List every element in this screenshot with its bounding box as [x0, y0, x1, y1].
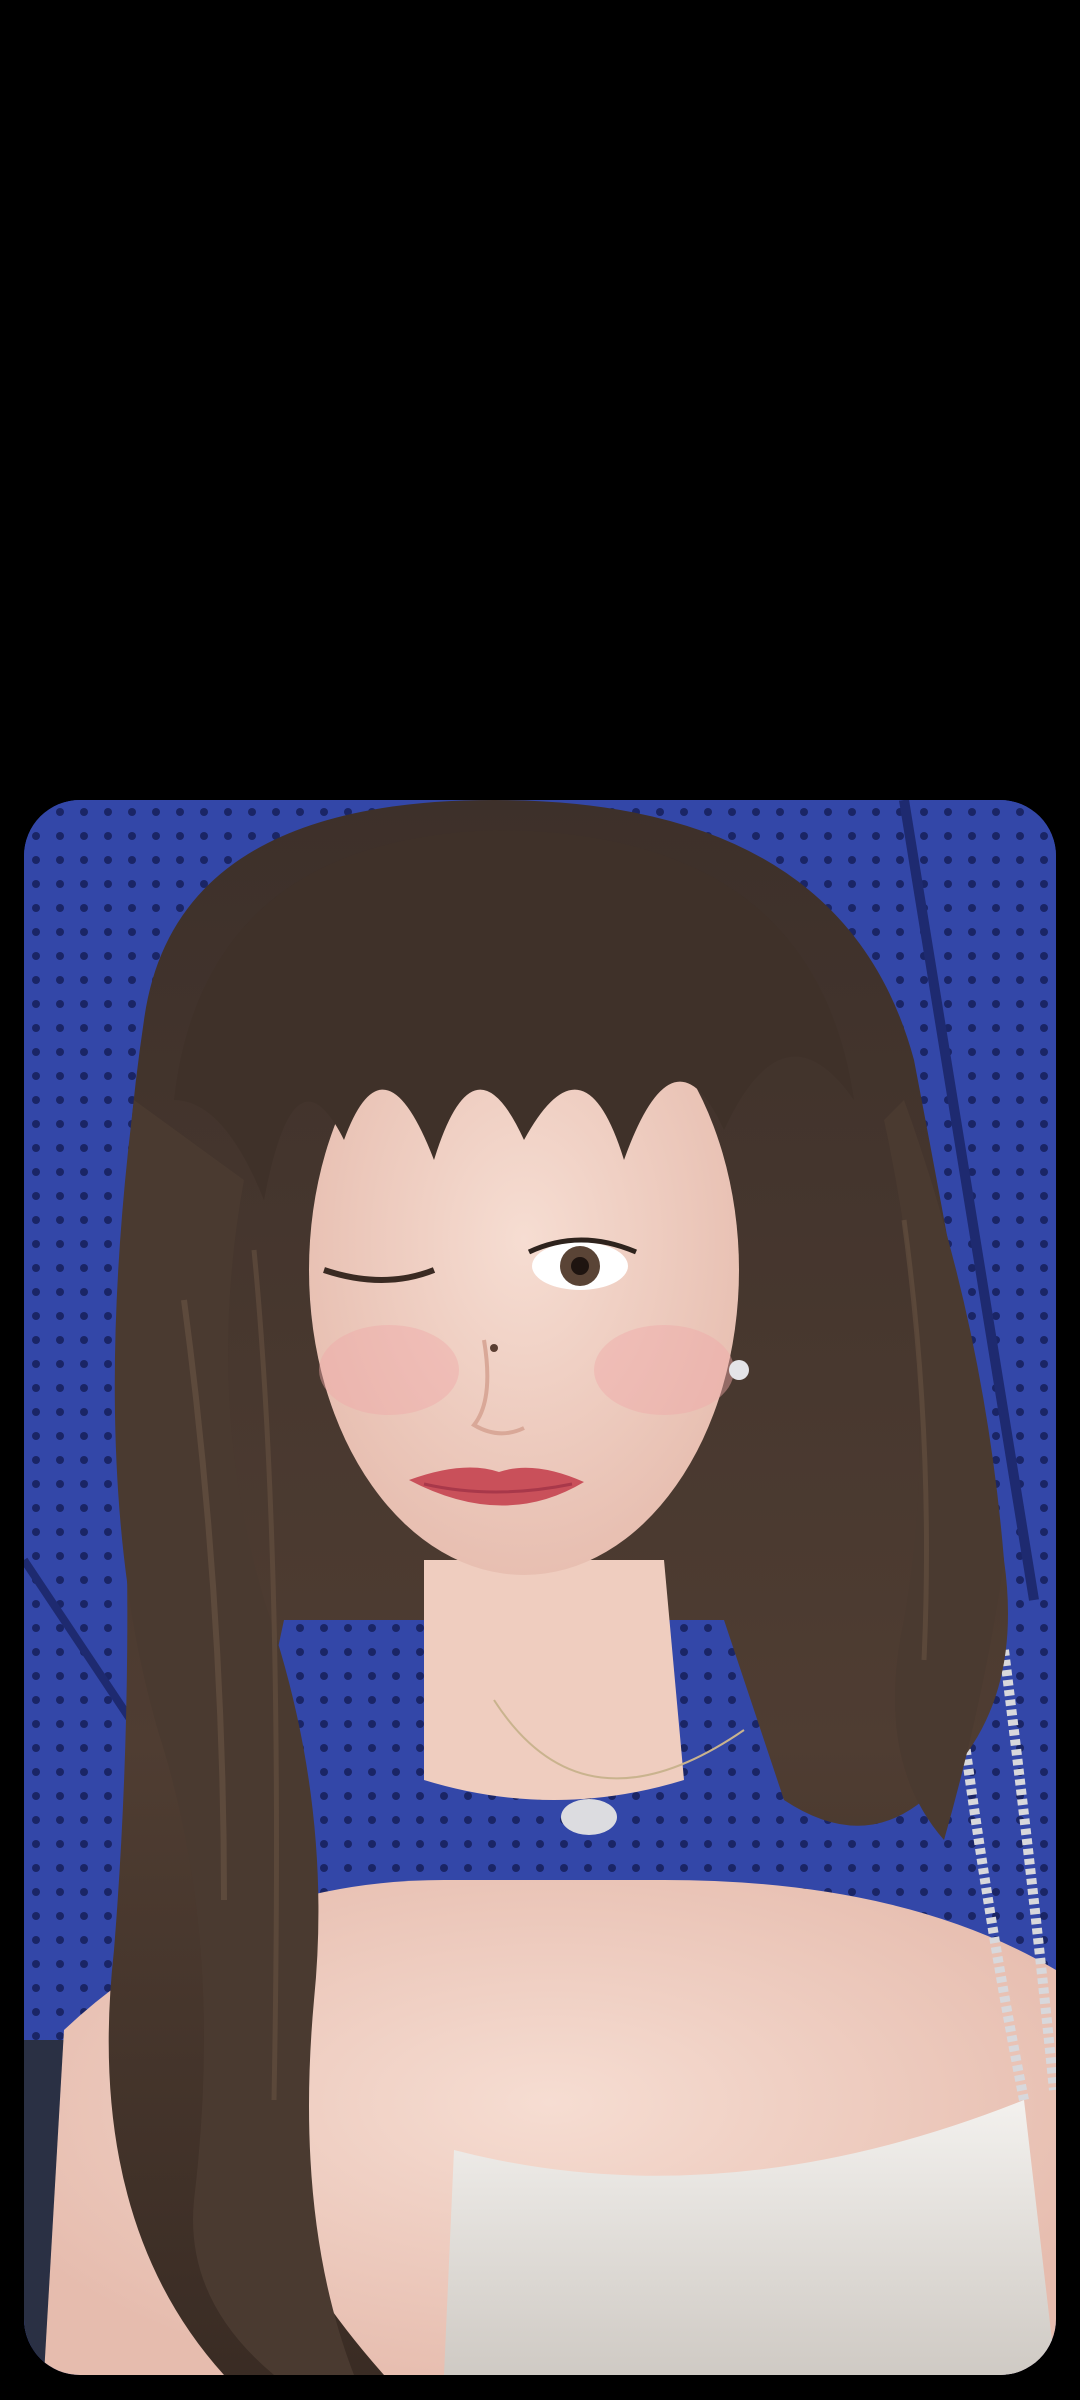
beauty-mark — [490, 1344, 498, 1352]
neck — [424, 1560, 684, 1800]
portrait-photo-illustration — [24, 800, 1056, 2375]
photo-viewer-screen — [0, 0, 1080, 2400]
eye-right-pupil — [571, 1257, 589, 1275]
cheek-blush-right — [594, 1325, 734, 1415]
portrait-photo[interactable] — [24, 800, 1056, 2375]
cheek-blush-left — [319, 1325, 459, 1415]
earring — [729, 1360, 749, 1380]
necklace-pendant — [561, 1799, 617, 1835]
